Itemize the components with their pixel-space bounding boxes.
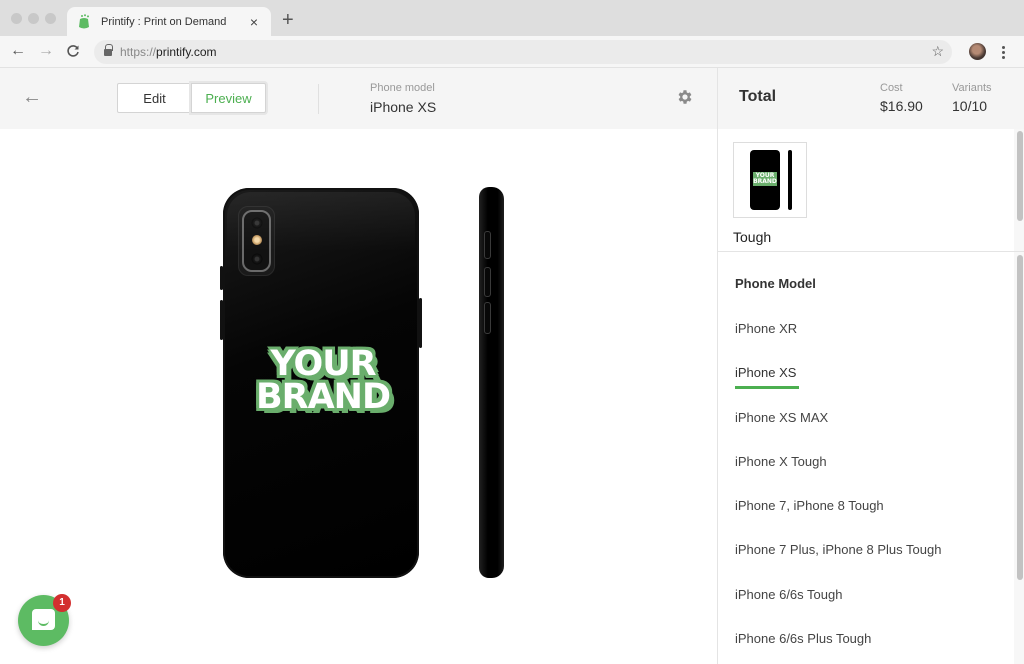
url-host: printify.com [156, 45, 217, 59]
profile-avatar[interactable] [969, 43, 986, 60]
camera-lens [251, 253, 263, 265]
summary-header: Total Cost $16.90 Variants 10/10 [718, 68, 1024, 129]
thumbnail-case-back: YOUR BRAND [750, 150, 780, 210]
thumbnail-logo: YOUR BRAND [753, 172, 777, 186]
variants-label: Variants [952, 82, 992, 94]
model-list-scrollbar[interactable] [1014, 252, 1024, 664]
mode-toggle: Edit Preview [117, 83, 266, 113]
case-side-slot [484, 267, 491, 297]
design-text-line-2: BRAND [255, 377, 391, 417]
window-maximize-button[interactable] [45, 13, 56, 24]
model-list-scrollbar-thumb[interactable] [1017, 255, 1023, 580]
phone-model-value: iPhone XS [370, 99, 437, 115]
case-side-button [419, 298, 422, 348]
thumbnail-case-side [788, 150, 792, 210]
chat-notification-badge: 1 [53, 594, 71, 612]
total-label: Total [739, 88, 777, 105]
phone-model-heading: Phone Model [735, 276, 816, 291]
variant-scrollbar[interactable] [1014, 129, 1024, 251]
model-item-iphone-xs[interactable]: iPhone XS [735, 365, 796, 380]
browser-tab[interactable]: Printify : Print on Demand × [67, 7, 271, 37]
product-editor: ← Edit Preview Phone model iPhone XS YOU… [0, 68, 717, 664]
back-arrow-icon[interactable]: ← [22, 86, 42, 108]
model-item-iphone-7-8-plus-tough[interactable]: iPhone 7 Plus, iPhone 8 Plus Tough [735, 542, 941, 557]
browser-titlebar: Printify : Print on Demand × + [0, 0, 1024, 37]
settings-gear-icon[interactable] [676, 88, 694, 106]
bookmark-star-icon[interactable]: ☆ [931, 43, 944, 60]
phone-case-back-preview: YOUR BRAND [220, 188, 422, 578]
cost-label: Cost [880, 82, 903, 94]
model-item-iphone-x-tough[interactable]: iPhone X Tough [735, 454, 827, 469]
browser-menu-icon[interactable] [998, 42, 1008, 62]
lock-icon [104, 43, 113, 57]
header-divider [318, 84, 319, 114]
variant-scrollbar-thumb[interactable] [1017, 131, 1023, 221]
camera-flash [252, 235, 262, 245]
browser-toolbar: ← → https://printify.com ☆ [0, 36, 1024, 68]
cost-value: $16.90 [880, 98, 923, 114]
case-side-button [220, 266, 223, 290]
forward-nav-icon[interactable]: → [36, 41, 56, 61]
address-bar[interactable]: https://printify.com ☆ [94, 40, 952, 64]
variant-area: YOUR BRAND Tough [718, 129, 1024, 252]
phone-model-list: Phone Model iPhone XR iPhone XS iPhone X… [718, 252, 1024, 664]
window-close-button[interactable] [11, 13, 22, 24]
phone-model-label: Phone model [370, 82, 435, 94]
variant-name: Tough [733, 229, 772, 245]
selected-underline [735, 386, 799, 389]
model-item-iphone-7-8-tough[interactable]: iPhone 7, iPhone 8 Tough [735, 498, 884, 513]
variants-value: 10/10 [952, 98, 988, 114]
model-item-iphone-xr[interactable]: iPhone XR [735, 321, 797, 336]
case-side-button [220, 300, 223, 340]
printify-favicon-icon [79, 14, 89, 29]
camera-module [238, 206, 275, 276]
back-nav-icon[interactable]: ← [8, 41, 28, 61]
model-item-iphone-xs-max[interactable]: iPhone XS MAX [735, 410, 828, 425]
preview-button[interactable]: Preview [191, 83, 266, 113]
editor-header: ← Edit Preview Phone model iPhone XS [0, 68, 717, 129]
url-scheme: https:// [120, 45, 157, 59]
chat-bubble-icon [32, 609, 55, 630]
case-side-slot [484, 231, 491, 259]
model-item-iphone-6-6s-tough[interactable]: iPhone 6/6s Tough [735, 587, 842, 602]
window-minimize-button[interactable] [28, 13, 39, 24]
model-item-iphone-6-6s-plus-tough[interactable]: iPhone 6/6s Plus Tough [735, 631, 871, 646]
case-side-slot [484, 302, 491, 334]
app: ← Edit Preview Phone model iPhone XS YOU… [0, 68, 1024, 664]
reload-icon[interactable] [63, 41, 83, 61]
edit-button[interactable]: Edit [117, 83, 192, 113]
new-tab-button[interactable]: + [282, 9, 294, 31]
design-logo: YOUR BRAND [250, 347, 396, 417]
tab-title: Printify : Print on Demand [101, 16, 227, 28]
close-tab-icon[interactable]: × [247, 14, 261, 30]
summary-panel: Total Cost $16.90 Variants 10/10 YOUR BR… [717, 68, 1024, 664]
camera-lens [251, 217, 263, 229]
variant-thumbnail[interactable]: YOUR BRAND [733, 142, 807, 218]
phone-case-side-preview [479, 187, 504, 578]
